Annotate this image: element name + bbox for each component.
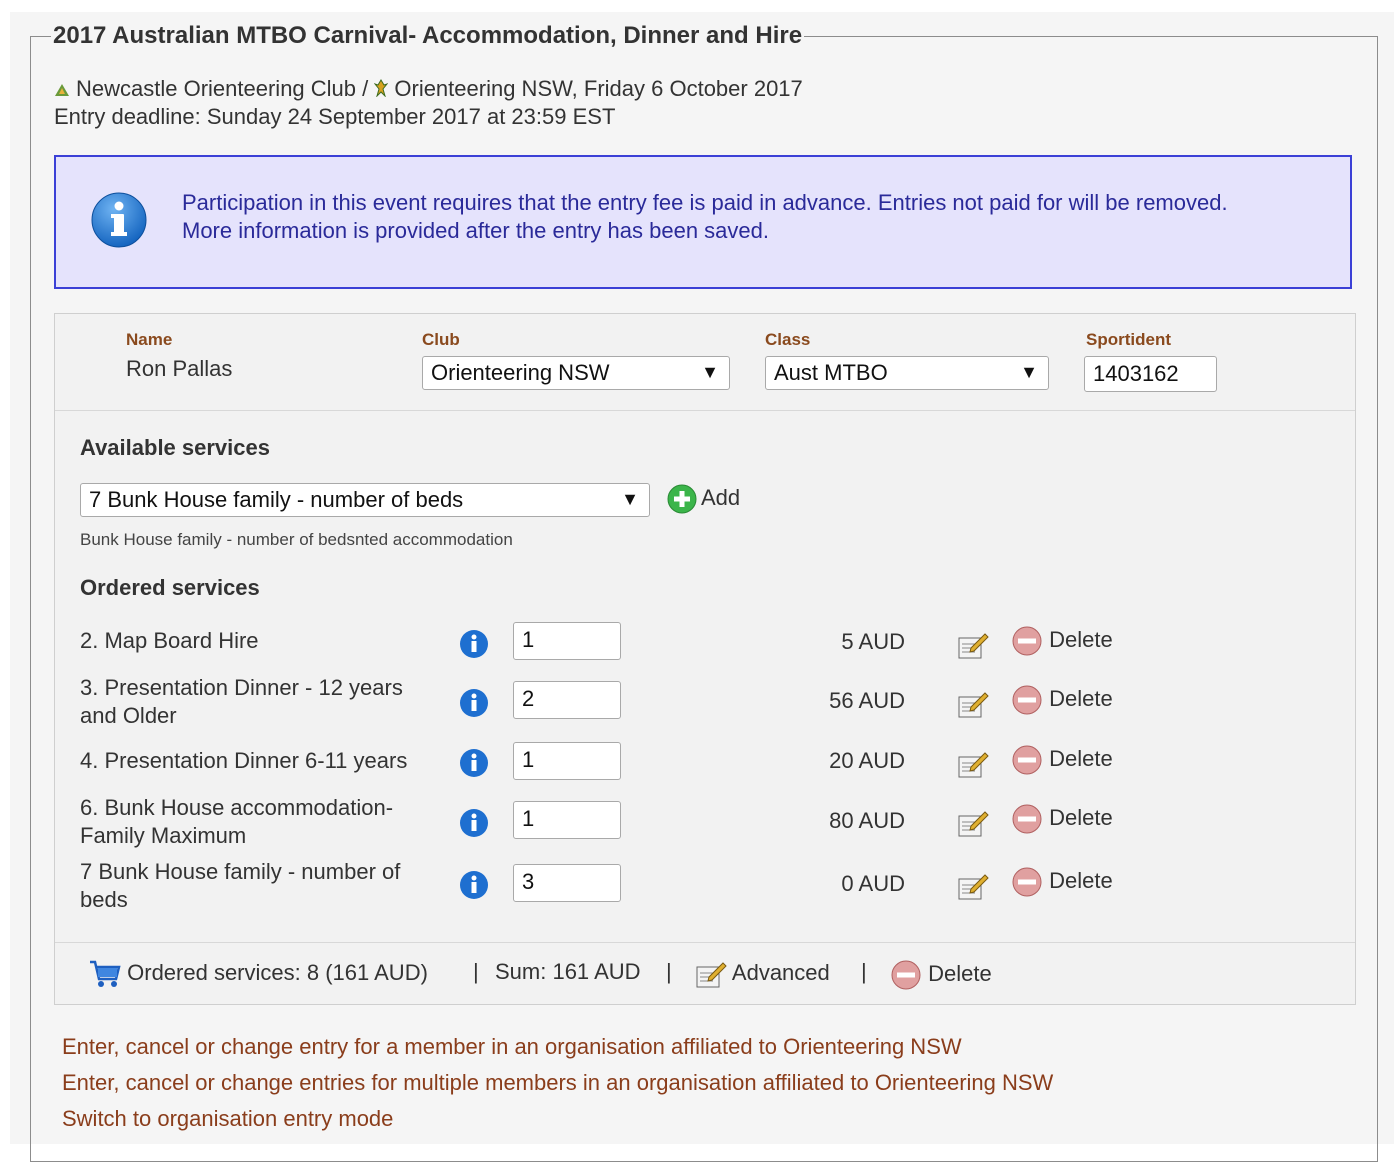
service-select[interactable]: 7 Bunk House family - number of beds ▼ <box>80 483 650 517</box>
quantity-input[interactable]: 1 <box>513 742 621 780</box>
club-select-value: Orienteering NSW <box>431 360 610 385</box>
sportident-label: Sportident <box>1086 330 1171 349</box>
club-label: Club <box>422 330 460 349</box>
sum-total: Sum: 161 AUD <box>495 959 641 984</box>
class-select-value: Aust MTBO <box>774 360 888 385</box>
delete-entry-label: Delete <box>928 960 992 986</box>
info-icon[interactable] <box>459 748 489 783</box>
delete-label: Delete <box>1049 804 1113 830</box>
ordered-service-row: 2. Map Board Hire 1 5 AUD Delete <box>55 622 1355 666</box>
delete-label: Delete <box>1049 626 1113 652</box>
minus-icon <box>1012 867 1042 897</box>
info-icon[interactable] <box>459 870 489 905</box>
payment-info-line-2: More information is provided after the e… <box>182 218 769 243</box>
service-name: 3. Presentation Dinner - 12 years and Ol… <box>80 675 403 728</box>
delete-service-button[interactable]: Delete <box>1011 625 1113 657</box>
ordered-service-row: 7 Bunk House family - number of beds 3 0… <box>55 858 1355 918</box>
service-hint: Bunk House family - number of bedsnted a… <box>80 530 513 549</box>
add-service-label: Add <box>701 484 741 510</box>
organiser-separator: / <box>356 76 375 101</box>
service-price: 20 AUD <box>829 748 905 773</box>
organiser-line: Newcastle Orienteering Club / Orienteeri… <box>54 76 803 103</box>
edit-icon[interactable] <box>957 630 989 665</box>
delete-label: Delete <box>1049 685 1113 711</box>
chevron-down-icon: ▼ <box>1020 362 1038 382</box>
minus-icon <box>891 960 921 990</box>
entry-deadline: Entry deadline: Sunday 24 September 2017… <box>54 104 616 129</box>
organisation-entry-mode-link[interactable]: Switch to organisation entry mode <box>62 1106 393 1132</box>
delete-entry-button[interactable]: Delete <box>890 959 992 991</box>
payment-info-text: Participation in this event requires tha… <box>182 189 1332 245</box>
info-icon[interactable] <box>459 688 489 723</box>
quantity-input[interactable]: 1 <box>513 622 621 660</box>
ordered-service-row: 3. Presentation Dinner - 12 years and Ol… <box>55 674 1355 734</box>
multiple-members-entry-link[interactable]: Enter, cancel or change entries for mult… <box>62 1070 1053 1096</box>
club-logo-icon <box>54 77 70 103</box>
name-label: Name <box>126 330 173 349</box>
available-services-title: Available services <box>80 435 270 460</box>
footer-separator: | <box>473 959 479 984</box>
ordered-summary: Ordered services: 8 (161 AUD) <box>127 959 428 985</box>
add-service-button[interactable]: Add <box>667 484 740 514</box>
service-price: 5 AUD <box>841 629 905 654</box>
edit-icon[interactable] <box>957 689 989 724</box>
class-label: Class <box>765 330 811 349</box>
chevron-down-icon: ▼ <box>701 362 719 382</box>
chevron-down-icon: ▼ <box>621 489 639 509</box>
competitor-name: Ron Pallas <box>126 356 233 381</box>
club-select[interactable]: Orienteering NSW ▼ <box>422 356 730 390</box>
edit-icon[interactable] <box>957 871 989 906</box>
entry-panel: Name Ron Pallas Club Orienteering NSW ▼ … <box>54 313 1356 1005</box>
ordered-services-title: Ordered services <box>80 575 260 600</box>
edit-icon[interactable] <box>957 808 989 843</box>
delete-service-button[interactable]: Delete <box>1011 684 1113 716</box>
footer-separator: | <box>666 959 672 984</box>
member-entry-link[interactable]: Enter, cancel or change entry for a memb… <box>62 1034 962 1060</box>
entry-footer: Ordered services: 8 (161 AUD) | Sum: 161… <box>55 942 1355 1005</box>
edit-icon[interactable] <box>957 749 989 784</box>
service-price: 56 AUD <box>829 688 905 713</box>
ordered-service-row: 4. Presentation Dinner 6-11 years 1 20 A… <box>55 742 1355 786</box>
delete-label: Delete <box>1049 745 1113 771</box>
info-icon <box>90 191 148 254</box>
delete-service-button[interactable]: Delete <box>1011 744 1113 776</box>
minus-icon <box>1012 626 1042 656</box>
delete-service-button[interactable]: Delete <box>1011 866 1113 898</box>
payment-info-line-1: Participation in this event requires tha… <box>182 190 1228 215</box>
delete-service-button[interactable]: Delete <box>1011 803 1113 835</box>
minus-icon <box>1012 685 1042 715</box>
edit-icon <box>696 962 727 988</box>
ordered-service-row: 6. Bunk House accommodation- Family Maxi… <box>55 794 1355 854</box>
plus-icon <box>667 484 697 514</box>
organiser-association: Orienteering NSW, Friday 6 October 2017 <box>394 76 803 101</box>
class-select[interactable]: Aust MTBO ▼ <box>765 356 1049 390</box>
footer-separator: | <box>861 959 867 984</box>
info-icon[interactable] <box>459 808 489 843</box>
minus-icon <box>1012 745 1042 775</box>
minus-icon <box>1012 804 1042 834</box>
cart-icon <box>90 960 121 987</box>
advanced-label: Advanced <box>731 959 830 985</box>
service-select-value: 7 Bunk House family - number of beds <box>89 487 464 512</box>
service-price: 80 AUD <box>829 808 905 833</box>
service-name: 2. Map Board Hire <box>80 628 259 653</box>
service-name: 4. Presentation Dinner 6-11 years <box>80 748 408 773</box>
sportident-input[interactable]: 1403162 <box>1084 356 1217 392</box>
quantity-input[interactable]: 3 <box>513 864 621 902</box>
competitor-row: Name Ron Pallas Club Orienteering NSW ▼ … <box>55 314 1355 411</box>
quantity-input[interactable]: 2 <box>513 681 621 719</box>
quantity-input[interactable]: 1 <box>513 801 621 839</box>
info-icon[interactable] <box>459 629 489 664</box>
organiser-club: Newcastle Orienteering Club <box>76 76 357 101</box>
payment-info-box: Participation in this event requires tha… <box>54 155 1352 289</box>
service-price: 0 AUD <box>841 871 905 896</box>
service-name: 7 Bunk House family - number of beds <box>80 859 401 912</box>
advanced-button[interactable]: Advanced <box>695 959 830 989</box>
association-logo-icon <box>373 77 389 103</box>
event-title: 2017 Australian MTBO Carnival- Accommoda… <box>53 22 803 49</box>
service-name: 6. Bunk House accommodation- Family Maxi… <box>80 795 394 848</box>
cart-summary[interactable]: Ordered services: 8 (161 AUD) <box>89 959 428 989</box>
delete-label: Delete <box>1049 867 1113 893</box>
